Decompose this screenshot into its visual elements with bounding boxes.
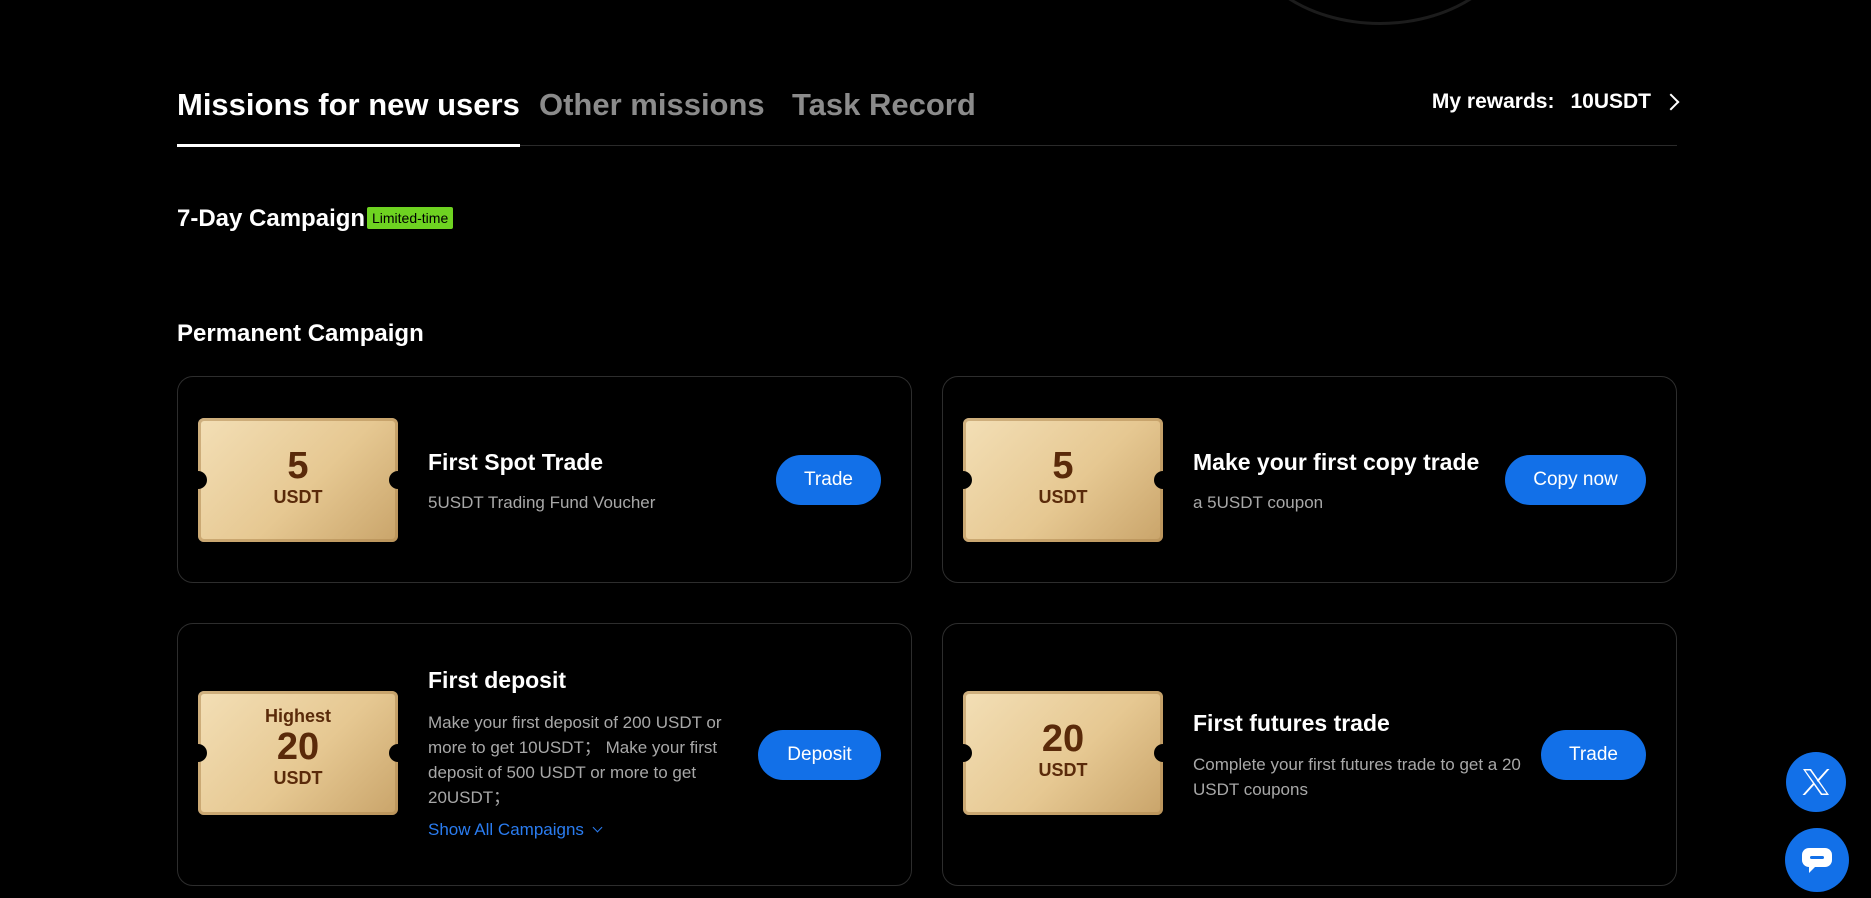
x-logo-icon (1802, 769, 1830, 795)
my-rewards-link[interactable]: My rewards: 10USDT (1431, 90, 1680, 114)
voucher-amount: 20 (1041, 718, 1085, 760)
card-title: First deposit (428, 667, 567, 693)
voucher-unit: USDT (1038, 487, 1088, 507)
card-description: Make your first deposit of 200 USDT or m… (428, 713, 722, 807)
chat-icon (1802, 848, 1832, 873)
voucher-unit: USDT (273, 768, 323, 788)
card-title: First futures trade (1193, 710, 1390, 736)
voucher: 20 USDT (954, 691, 1172, 815)
my-rewards-value: 10USDT (1570, 90, 1651, 113)
tab-missions-for-new-users[interactable]: Missions for new users (177, 82, 520, 147)
voucher-unit: USDT (1038, 760, 1088, 780)
voucher: Highest 20 USDT (189, 691, 407, 815)
voucher-amount: 5 (1052, 445, 1074, 487)
show-all-campaigns-label: Show All Campaigns (428, 820, 584, 839)
voucher-amount: 20 (276, 726, 320, 768)
decorative-arc (1240, 0, 1520, 25)
trade-button[interactable]: Trade (1541, 730, 1646, 780)
card-title: First Spot Trade (428, 449, 604, 475)
tab-other-missions[interactable]: Other missions (539, 82, 765, 146)
mission-card-first-deposit: Highest 20 USDT First deposit Make your … (177, 623, 912, 886)
card-description: Complete your first futures trade to get… (1193, 755, 1521, 799)
card-title: Make your first copy trade (1193, 449, 1480, 475)
mission-tabs: Missions for new users Other missions Ta… (177, 82, 1680, 147)
tab-task-record[interactable]: Task Record (792, 82, 976, 146)
mission-card-first-spot-trade: 5 USDT First Spot Trade 5USDT Trading Fu… (177, 376, 912, 583)
voucher-unit: USDT (273, 487, 323, 507)
chevron-right-icon (1662, 93, 1680, 111)
my-rewards-label: My rewards: (1431, 90, 1555, 113)
limited-time-badge: Limited-time (367, 207, 454, 229)
trade-button[interactable]: Trade (776, 455, 881, 505)
permanent-campaign-title: Permanent Campaign (177, 320, 424, 347)
mission-card-first-futures-trade: 20 USDT First futures trade Complete you… (942, 623, 1677, 886)
card-description: 5USDT Trading Fund Voucher (428, 493, 656, 512)
seven-day-campaign-title: 7-Day Campaign (177, 205, 366, 232)
chat-support-button[interactable] (1785, 828, 1849, 892)
voucher: 5 USDT (189, 418, 407, 542)
deposit-button[interactable]: Deposit (758, 730, 881, 780)
show-all-campaigns-link[interactable]: Show All Campaigns (428, 820, 603, 840)
mission-card-first-copy-trade: 5 USDT Make your first copy trade a 5USD… (942, 376, 1677, 583)
voucher-amount: 5 (287, 445, 309, 487)
voucher: 5 USDT (954, 418, 1172, 542)
x-social-button[interactable] (1786, 752, 1846, 812)
card-description: a 5USDT coupon (1193, 493, 1324, 512)
copy-now-button[interactable]: Copy now (1505, 455, 1646, 505)
voucher-top-label: Highest (264, 706, 331, 726)
chevron-down-icon (592, 822, 603, 833)
